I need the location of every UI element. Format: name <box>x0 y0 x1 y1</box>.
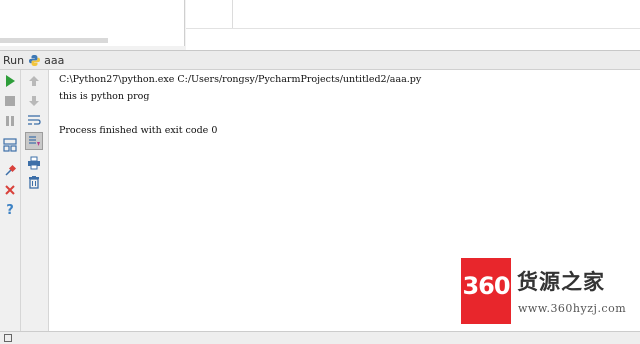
run-toolbar-left: ? <box>0 70 21 343</box>
run-toolbar-right <box>21 70 49 343</box>
editor-gutter-divider <box>232 0 233 28</box>
console-exit-message: Process finished with exit code 0 <box>59 125 218 136</box>
print-icon[interactable] <box>26 155 42 171</box>
run-panel-title: Run <box>3 53 25 67</box>
horizontal-scrollbar[interactable] <box>0 38 108 43</box>
up-arrow-icon[interactable] <box>26 73 42 89</box>
watermark-url: www.360hyzj.com <box>518 302 627 315</box>
scroll-to-end-icon[interactable] <box>25 132 43 150</box>
watermark-brand: 货源之家 <box>517 270 605 294</box>
help-icon[interactable]: ? <box>2 202 18 218</box>
clear-all-icon[interactable] <box>26 174 42 190</box>
watermark: 360 货源之家 www.360hyzj.com <box>461 258 636 324</box>
console-output-line: this is python prog <box>59 91 150 102</box>
stop-icon[interactable] <box>2 93 18 109</box>
console-command-line: C:\Python27\python.exe C:/Users/rongsy/P… <box>59 74 422 85</box>
pause-icon[interactable] <box>2 113 18 129</box>
status-bar <box>0 331 640 344</box>
close-icon[interactable] <box>2 182 18 198</box>
pin-icon[interactable] <box>2 163 18 179</box>
editor-pane <box>186 0 640 29</box>
project-pane <box>0 0 185 46</box>
tool-window-toggle-icon[interactable] <box>4 334 12 342</box>
run-config-name[interactable]: aaa <box>44 54 64 67</box>
watermark-logo: 360 <box>461 258 511 324</box>
python-icon <box>28 54 41 67</box>
editor-body <box>186 29 640 50</box>
editor-area <box>0 0 640 50</box>
down-arrow-icon[interactable] <box>26 93 42 109</box>
soft-wrap-icon[interactable] <box>26 112 42 128</box>
run-panel-header: Run aaa <box>0 50 640 70</box>
rerun-icon[interactable] <box>2 73 18 89</box>
watermark-logo-text: 360 <box>462 272 510 300</box>
restore-layout-icon[interactable] <box>2 137 18 153</box>
